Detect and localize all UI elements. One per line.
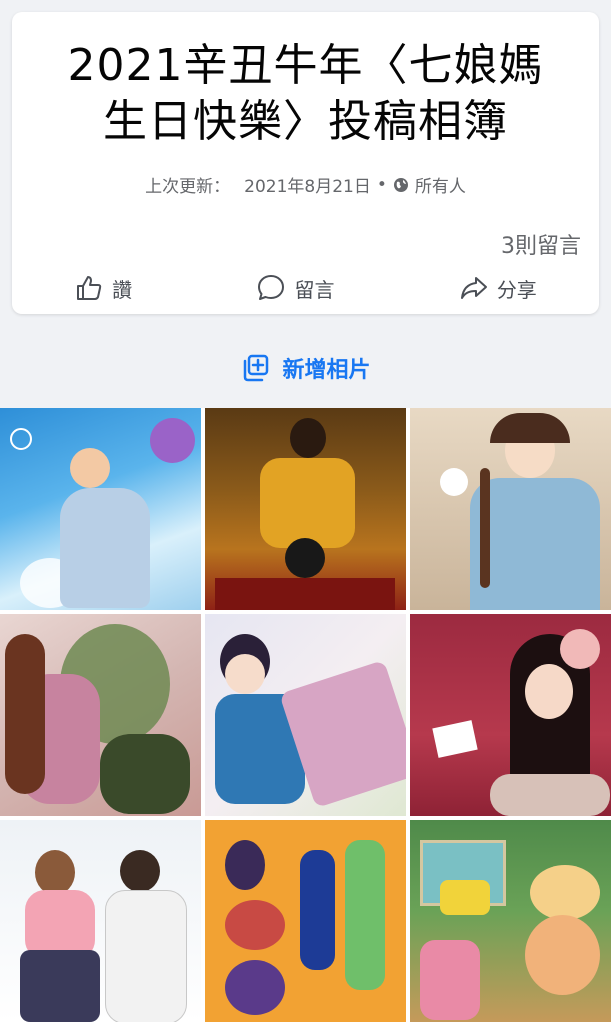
comment-count[interactable]: 3則留言 xyxy=(501,228,581,260)
photo-thumbnail-1[interactable] xyxy=(0,408,201,610)
album-title-line-1: 2021辛丑牛年〈七娘媽 xyxy=(67,40,544,91)
like-button[interactable]: 讚 xyxy=(52,269,154,307)
album-title: 2021辛丑牛年〈七娘媽 生日快樂〉投稿相簿 xyxy=(12,38,599,150)
audience-label[interactable]: 所有人 xyxy=(415,172,466,197)
meta-separator: • xyxy=(376,174,387,195)
share-button[interactable]: 分享 xyxy=(437,269,559,307)
photo-thumbnail-3[interactable] xyxy=(410,408,611,610)
album-meta: 上次更新： 2021年8月21日 • 所有人 xyxy=(12,172,599,198)
comment-button[interactable]: 留言 xyxy=(234,269,356,307)
album-info-card: 2021辛丑牛年〈七娘媽 生日快樂〉投稿相簿 上次更新： 2021年8月21日 … xyxy=(12,12,599,314)
photo-thumbnail-7[interactable] xyxy=(0,820,201,1022)
updated-label: 上次更新： xyxy=(145,177,231,197)
photo-thumbnail-2[interactable] xyxy=(205,408,406,610)
share-label: 分享 xyxy=(496,277,537,302)
photo-thumbnail-4[interactable] xyxy=(0,614,201,816)
photo-grid xyxy=(0,408,611,1024)
comment-label: 留言 xyxy=(294,277,335,302)
like-label: 讚 xyxy=(112,277,133,302)
comment-bubble-icon xyxy=(258,275,285,300)
add-photo-icon xyxy=(244,354,269,382)
share-arrow-icon xyxy=(460,277,487,299)
photo-thumbnail-9[interactable] xyxy=(410,820,611,1022)
updated-date: 2021年8月21日 xyxy=(244,177,371,197)
photo-thumbnail-8[interactable] xyxy=(205,820,406,1022)
globe-icon xyxy=(393,177,409,193)
photo-thumbnail-6[interactable] xyxy=(410,614,611,816)
add-photo-label: 新增相片 xyxy=(282,358,371,383)
action-bar: 讚 留言 分享 xyxy=(12,268,599,308)
thumbs-up-icon xyxy=(77,276,102,300)
photo-thumbnail-5[interactable] xyxy=(205,614,406,816)
add-photo-button[interactable]: 新增相片 xyxy=(0,346,611,390)
album-title-line-2: 生日快樂〉投稿相簿 xyxy=(103,96,508,147)
